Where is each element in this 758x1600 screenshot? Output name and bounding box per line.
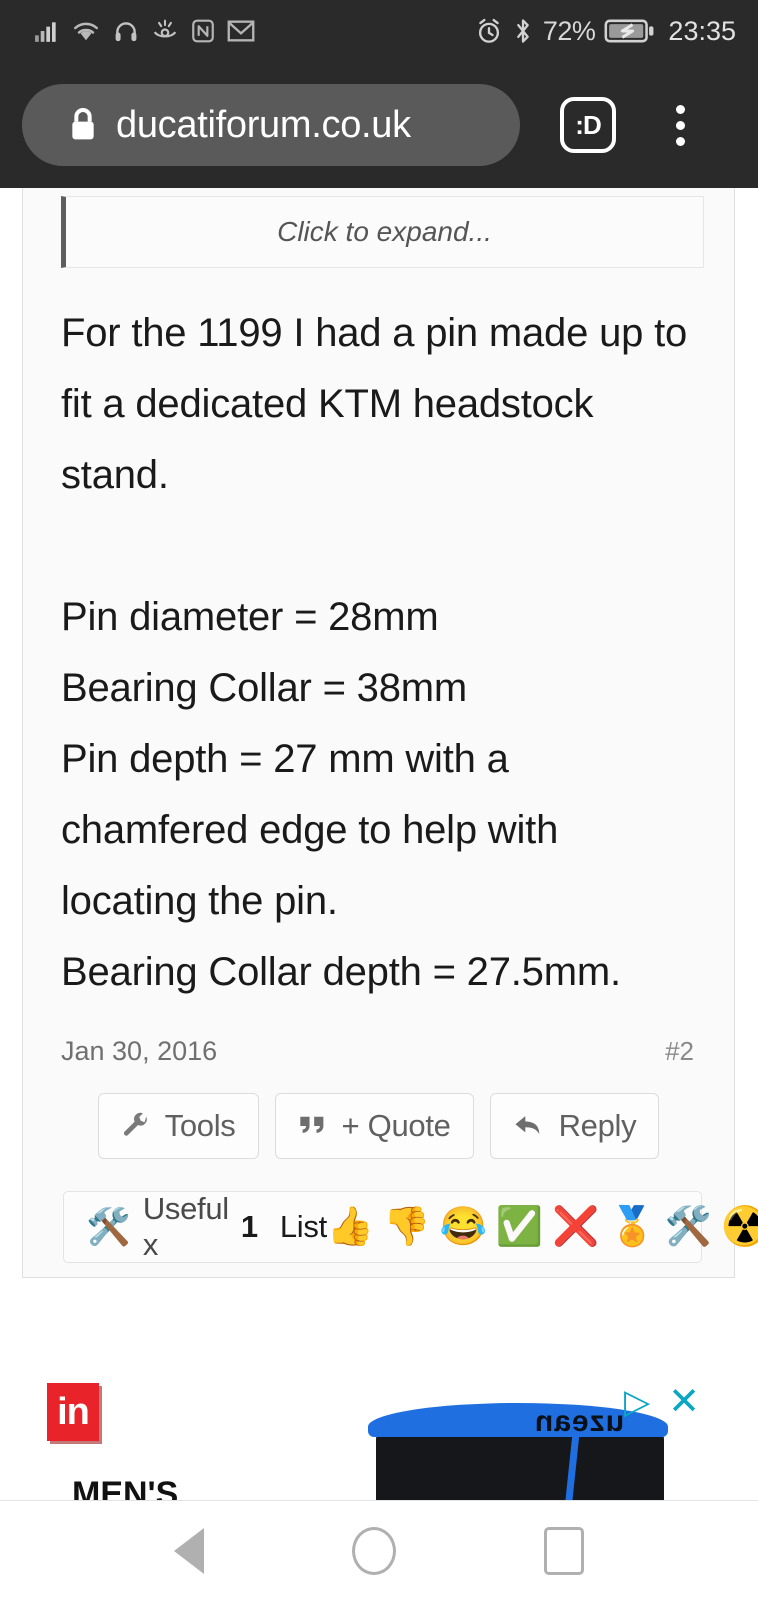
ad-controls: ▷ ✕	[624, 1383, 700, 1421]
alarm-clock-icon	[478, 18, 499, 43]
reaction-emoji-row: 👍 👎 😂 ✅ ❌ 🏅 🛠️ ☢️	[327, 1208, 758, 1246]
radioactive-icon[interactable]: ☢️	[721, 1208, 758, 1246]
menu-dot	[675, 120, 685, 130]
reaction-summary[interactable]: 🛠️ Useful x 1	[86, 1191, 258, 1263]
nav-home-icon[interactable]	[352, 1526, 396, 1575]
wrench-icon	[121, 1111, 151, 1141]
overflow-menu-icon[interactable]	[652, 94, 708, 156]
nav-recents-icon[interactable]	[544, 1526, 584, 1575]
android-navigation-bar	[0, 1500, 758, 1600]
status-bar: 72% 23:35	[0, 0, 758, 62]
click-to-expand-label: Click to expand...	[277, 216, 492, 247]
tab-count-button[interactable]: :D	[560, 97, 616, 153]
post-meta-row: Jan 30, 2016 #2	[23, 1008, 734, 1067]
reaction-label: Useful x	[142, 1191, 229, 1262]
quote-block[interactable]: Click to expand...	[61, 196, 704, 268]
ad-product-body	[376, 1433, 664, 1500]
browser-chrome: 72% 23:35 ducatiforum.co.uk :D	[0, 0, 758, 188]
face-with-tears-icon[interactable]: 😂	[440, 1208, 487, 1246]
reaction-list-link[interactable]: List	[280, 1209, 327, 1245]
signal-bars-icon	[35, 22, 56, 42]
post-paragraph: Pin diameter = 28mm	[61, 595, 439, 639]
post-action-buttons: Tools + Quote Reply	[23, 1067, 734, 1159]
nfc-icon	[192, 19, 214, 43]
ad-product-band-text: uzean	[533, 1405, 624, 1438]
status-bar-left-icons	[34, 18, 255, 44]
bluetooth-icon	[517, 19, 529, 43]
hammer-and-wrench-icon: 🛠️	[86, 1206, 131, 1247]
post-date[interactable]: Jan 30, 2016	[61, 1036, 217, 1067]
wifi-icon	[74, 22, 98, 41]
cross-mark-icon[interactable]: ❌	[552, 1208, 599, 1246]
reply-button-label: Reply	[558, 1108, 637, 1143]
web-page-viewport: Click to expand... For the 1199 I had a …	[0, 188, 758, 1500]
post-body: For the 1199 I had a pin made up to fit …	[23, 268, 734, 1008]
reply-button[interactable]: Reply	[489, 1093, 660, 1159]
post-paragraph: Bearing Collar depth = 27.5mm.	[61, 950, 621, 994]
url-text: ducatiforum.co.uk	[116, 103, 411, 146]
reply-arrow-icon	[513, 1112, 545, 1140]
thumbs-up-icon[interactable]: 👍	[327, 1208, 374, 1246]
adchoices-triangle-icon[interactable]: ▷	[624, 1385, 650, 1419]
quote-marks-icon	[298, 1113, 328, 1139]
mail-icon	[227, 20, 255, 42]
medal-icon[interactable]: 🏅	[609, 1208, 656, 1246]
ad-close-icon[interactable]: ✕	[668, 1383, 700, 1421]
thumbs-down-icon[interactable]: 👎	[383, 1208, 430, 1246]
headphones-icon	[115, 22, 137, 42]
check-mark-icon[interactable]: ✅	[496, 1208, 543, 1246]
quote-button[interactable]: + Quote	[274, 1093, 474, 1159]
battery-charging-icon	[604, 19, 654, 43]
post-paragraph: For the 1199 I had a pin made up to fit …	[61, 311, 688, 497]
menu-dot	[675, 104, 685, 114]
quote-button-label: + Quote	[341, 1108, 451, 1143]
status-bar-clock: 23:35	[668, 15, 736, 46]
advertisement-banner[interactable]: in MEN'S uzean ▷ ✕	[0, 1340, 758, 1500]
browser-toolbar: ducatiforum.co.uk :D	[0, 62, 758, 188]
post-number[interactable]: #2	[665, 1036, 694, 1067]
tools-button-label: Tools	[164, 1108, 236, 1143]
tools-button[interactable]: Tools	[97, 1093, 259, 1159]
lock-icon	[72, 108, 94, 140]
post-paragraph: Bearing Collar = 38mm	[61, 666, 467, 710]
reactions-bar: 🛠️ Useful x 1 List 👍 👎 😂 ✅ ❌ 🏅 🛠️ ☢️	[63, 1191, 758, 1263]
menu-dot	[675, 136, 685, 146]
battery-percent-label: 72%	[542, 15, 596, 46]
eye-comfort-icon	[153, 19, 177, 38]
ad-headline: MEN'S	[72, 1475, 179, 1500]
ad-brand-logo: in	[47, 1383, 99, 1441]
forum-post-card: Click to expand... For the 1199 I had a …	[22, 188, 758, 1278]
post-paragraph: Pin depth = 27 mm with a chamfered edge …	[61, 737, 559, 923]
tab-count-label: :D	[575, 109, 601, 140]
url-bar[interactable]: ducatiforum.co.uk	[22, 84, 520, 166]
nav-back-icon[interactable]	[174, 1527, 204, 1574]
hammer-and-wrench-icon[interactable]: 🛠️	[665, 1208, 712, 1246]
status-bar-right-icons: 72% 23:35	[475, 16, 736, 47]
reaction-count: 1	[240, 1209, 258, 1244]
